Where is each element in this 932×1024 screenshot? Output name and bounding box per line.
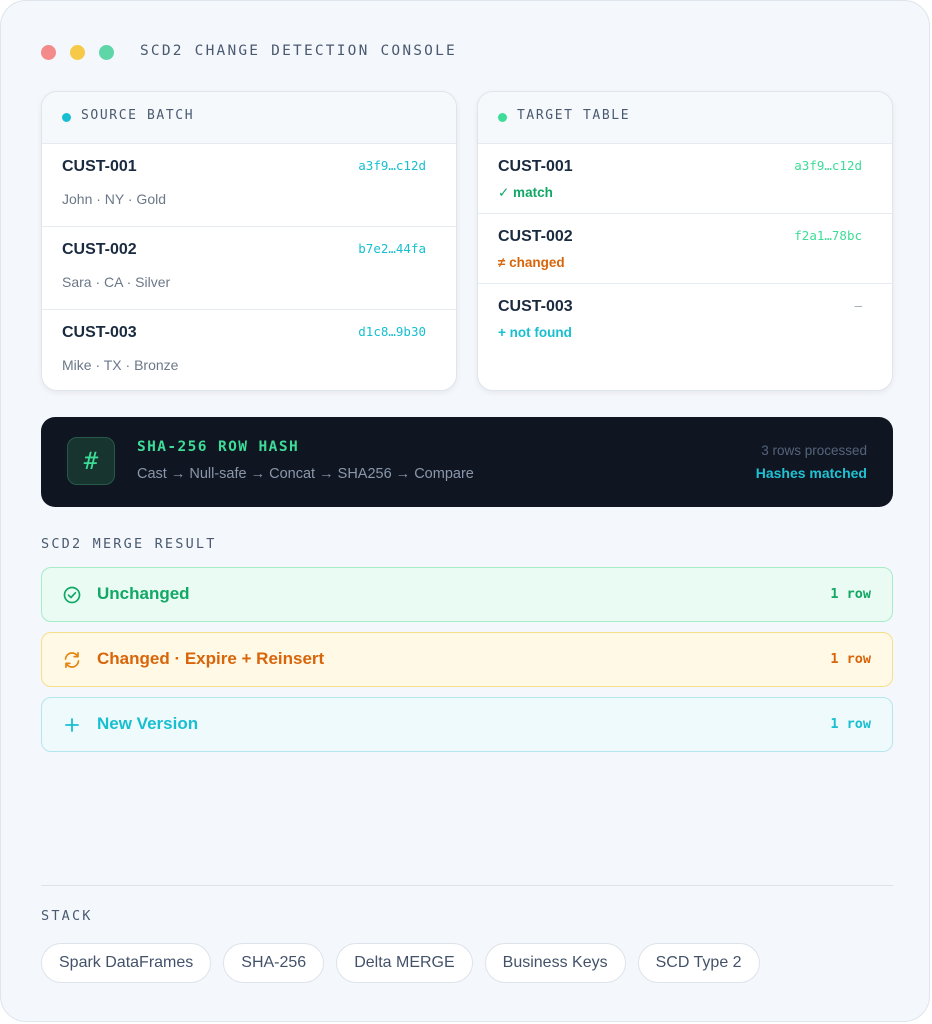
section-divider [41, 885, 893, 886]
row-hash: a3f9…c12d [358, 158, 426, 173]
rows-processed-count: 3 rows processed [761, 443, 867, 458]
target-status-dot [498, 113, 507, 122]
source-row[interactable]: CUST-003 d1c8…9b30 Mike · TX · Bronze [42, 310, 456, 390]
source-panel-title: SOURCE BATCH [81, 108, 195, 123]
target-row[interactable]: CUST-002 f2a1…78bc ≠ changed [478, 214, 892, 284]
stack-pill[interactable]: Delta MERGE [336, 943, 473, 983]
result-new-version[interactable]: New Version 1 row [41, 697, 893, 752]
stack-pill[interactable]: SHA-256 [223, 943, 325, 983]
row-key: CUST-002 [498, 228, 573, 245]
refresh-icon [64, 651, 80, 669]
result-label: Changed · Expire + Reinsert [97, 649, 325, 668]
changed-status: ≠ changed [498, 255, 565, 270]
match-status: ✓ match [498, 185, 553, 200]
row-key: CUST-003 [62, 324, 137, 341]
row-detail: Mike · TX · Bronze [62, 357, 179, 373]
stack-pill[interactable]: SCD Type 2 [637, 943, 760, 983]
maximize-icon[interactable] [99, 45, 114, 60]
close-icon[interactable] [41, 45, 56, 60]
hash-pipeline-steps: Cast → Null-safe → Concat → SHA256 → Com… [137, 466, 474, 482]
source-batch-panel: SOURCE BATCH CUST-001 a3f9…c12d John · N… [41, 91, 457, 391]
result-count: 1 row [830, 586, 871, 602]
check-circle-icon [63, 586, 81, 604]
result-label: Unchanged [97, 584, 190, 603]
plus-icon [65, 718, 79, 732]
source-status-dot [62, 113, 71, 122]
row-detail: Sara · CA · Silver [62, 274, 171, 290]
window-title: SCD2 CHANGE DETECTION CONSOLE [140, 43, 457, 59]
target-panel-header: TARGET TABLE [478, 92, 892, 144]
result-unchanged[interactable]: Unchanged 1 row [41, 567, 893, 622]
result-label: New Version [97, 714, 199, 733]
source-row[interactable]: CUST-001 a3f9…c12d John · NY · Gold [42, 144, 456, 227]
row-hash: a3f9…c12d [794, 158, 862, 173]
row-hash: b7e2…44fa [358, 241, 426, 256]
target-table-panel: TARGET TABLE CUST-001 a3f9…c12d ✓ match … [477, 91, 893, 391]
result-count: 1 row [830, 651, 871, 667]
row-hash: f2a1…78bc [794, 228, 862, 243]
stack-pill[interactable]: Business Keys [484, 943, 626, 983]
row-detail: John · NY · Gold [62, 191, 167, 207]
target-panel-title: TARGET TABLE [517, 108, 631, 123]
merge-result-heading: SCD2 MERGE RESULT [41, 536, 217, 552]
row-hash: — [854, 298, 862, 313]
stack-heading: STACK [41, 908, 93, 924]
target-row[interactable]: CUST-001 a3f9…c12d ✓ match [478, 144, 892, 214]
hash-result-status: Hashes matched [755, 465, 867, 481]
row-hash: d1c8…9b30 [358, 324, 426, 339]
row-key: CUST-003 [498, 298, 573, 315]
not-found-status: + not found [498, 325, 572, 340]
result-count: 1 row [830, 716, 871, 732]
source-panel-header: SOURCE BATCH [42, 92, 456, 144]
stack-pill[interactable]: Spark DataFrames [41, 943, 212, 983]
console-window: SCD2 CHANGE DETECTION CONSOLE SOURCE BAT… [0, 0, 930, 1022]
target-row[interactable]: CUST-003 — + not found [478, 284, 892, 354]
row-key: CUST-001 [62, 158, 137, 175]
row-key: CUST-002 [62, 241, 137, 258]
result-changed[interactable]: Changed · Expire + Reinsert 1 row [41, 632, 893, 687]
hash-title: SHA-256 ROW HASH [137, 439, 300, 455]
minimize-icon[interactable] [70, 45, 85, 60]
hash-summary-bar: # SHA-256 ROW HASH Cast → Null-safe → Co… [41, 417, 893, 507]
hash-icon: # [67, 437, 115, 485]
row-key: CUST-001 [498, 158, 573, 175]
stack-pill-list: Spark DataFrames SHA-256 Delta MERGE Bus… [41, 943, 760, 983]
source-row[interactable]: CUST-002 b7e2…44fa Sara · CA · Silver [42, 227, 456, 310]
